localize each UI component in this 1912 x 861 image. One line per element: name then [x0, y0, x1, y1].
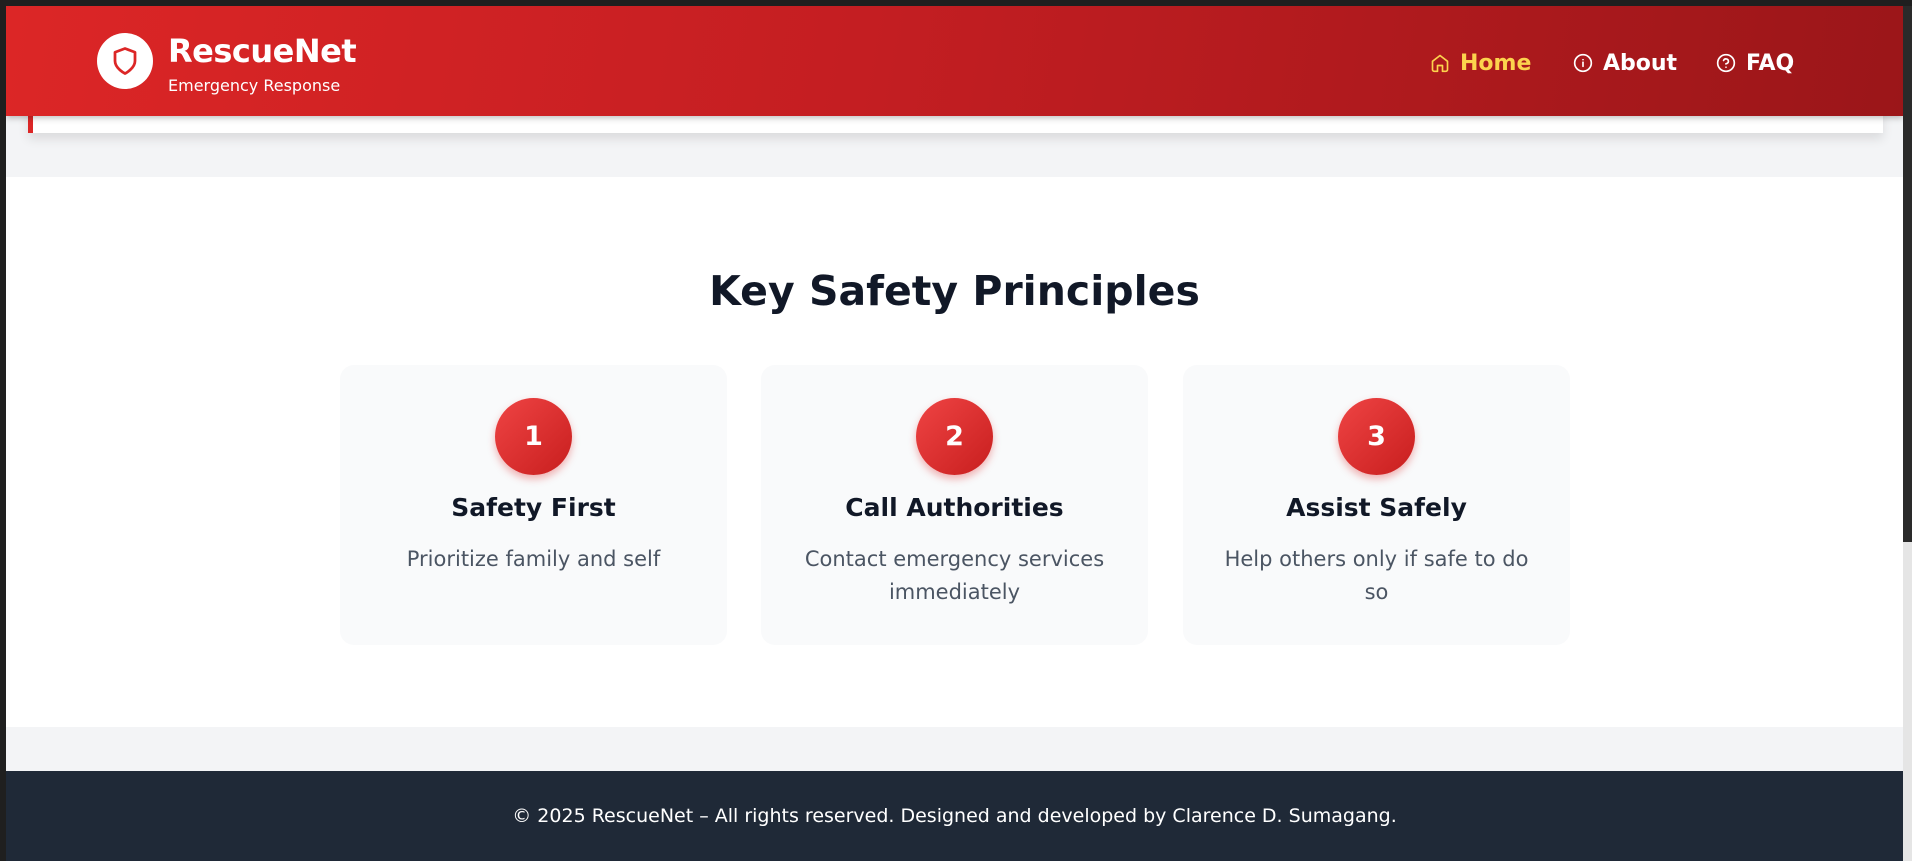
principle-number: 3: [1338, 398, 1415, 475]
principle-description: Contact emergency services immediately: [804, 547, 1105, 604]
principle-title: Call Authorities: [845, 493, 1064, 522]
scrollbar-thumb[interactable]: [1903, 542, 1912, 861]
home-icon: [1431, 54, 1449, 73]
safety-principles-section: Key Safety Principles 1 Safety First Pri…: [6, 177, 1903, 727]
site-footer: © 2025 RescueNet – All rights reserved. …: [6, 771, 1903, 861]
page-viewport: RescueNet Emergency Response Home About: [6, 6, 1903, 861]
brand-title[interactable]: RescueNet: [168, 32, 357, 70]
principle-description: Help others only if safe to do so: [1224, 547, 1529, 604]
shield-icon: [113, 47, 137, 75]
nav-about[interactable]: About: [1573, 48, 1677, 78]
nav-home-label: Home: [1460, 50, 1532, 76]
principle-card: 1 Safety First Prioritize family and sel…: [340, 365, 727, 645]
principle-number: 1: [495, 398, 572, 475]
principle-card: 3 Assist Safely Help others only if safe…: [1183, 365, 1570, 645]
logo[interactable]: [97, 33, 153, 89]
footer-copyright: © 2025 RescueNet – All rights reserved. …: [512, 805, 1397, 827]
principle-card: 2 Call Authorities Contact emergency ser…: [761, 365, 1148, 645]
help-circle-icon: [1716, 53, 1736, 73]
principle-title: Safety First: [451, 493, 616, 522]
info-icon: [1573, 53, 1593, 73]
principle-description: Prioritize family and self: [406, 547, 661, 571]
principle-number: 2: [916, 398, 993, 475]
nav-about-label: About: [1603, 50, 1678, 76]
nav-home[interactable]: Home: [1430, 48, 1531, 78]
principle-title: Assist Safely: [1286, 493, 1467, 522]
nav-faq[interactable]: FAQ: [1716, 48, 1794, 78]
section-title: Key Safety Principles: [709, 267, 1200, 315]
brand-subtitle: Emergency Response: [168, 76, 341, 95]
site-header: RescueNet Emergency Response Home About: [6, 6, 1903, 116]
nav-faq-label: FAQ: [1746, 50, 1795, 76]
